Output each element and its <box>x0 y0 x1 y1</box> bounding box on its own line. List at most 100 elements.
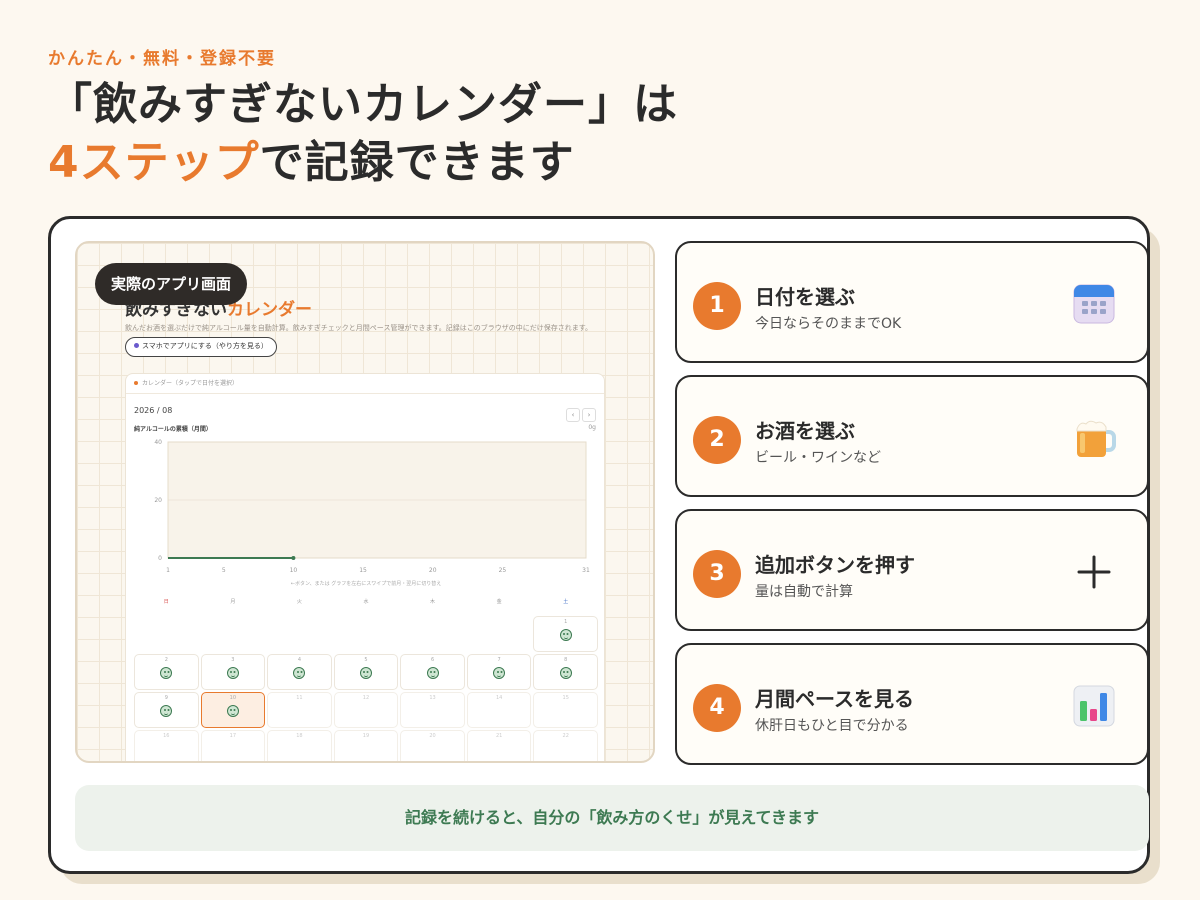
cumulative-chart[interactable]: 020401 5 10 15 20 25 31 <box>126 434 606 580</box>
step-number: 2 <box>693 416 741 464</box>
day-number: 12 <box>362 695 370 701</box>
calendar-icon <box>1073 284 1115 324</box>
beer-mug-icon <box>1076 420 1116 457</box>
smiley-icon <box>426 667 439 679</box>
calendar-day[interactable]: 12 <box>333 692 399 728</box>
step-1: 1 日付を選ぶ 今日ならそのままでOK <box>675 241 1149 363</box>
prev-month-button[interactable]: ‹ <box>566 408 580 422</box>
calendar-day[interactable]: 3 <box>200 654 266 690</box>
step-2: 2 お酒を選ぶ ビール・ワインなど <box>675 375 1149 497</box>
x-tick-label: 10 <box>290 567 298 574</box>
data-point <box>291 556 296 560</box>
day-number: 2 <box>164 657 168 663</box>
day-number: 18 <box>296 733 303 739</box>
month-nav: ‹ › <box>564 402 596 422</box>
smiley-icon <box>160 667 173 679</box>
calendar-day[interactable]: 7 <box>466 654 532 690</box>
chart-total: 0g <box>588 424 596 431</box>
day-number: 4 <box>297 657 302 663</box>
x-tick-label: 31 <box>582 567 590 574</box>
install-app-button[interactable]: スマホでアプリにする（やり方を見る） <box>125 337 277 357</box>
calendar-day[interactable]: 8 <box>533 654 598 690</box>
chart-note: ←ボタン、または グラフを左右にスワイプで前月・翌月に切り替え <box>290 581 442 587</box>
y-tick-label: 20 <box>154 497 162 504</box>
step-subtitle: ビール・ワインなど <box>755 450 881 466</box>
step-number: 1 <box>693 282 741 330</box>
day-number: 22 <box>562 733 569 739</box>
x-tick-label: 5 <box>222 567 226 574</box>
calendar-day[interactable]: 1 <box>533 616 598 652</box>
step-number: 3 <box>693 550 741 598</box>
calendar-day[interactable]: 6 <box>400 654 465 690</box>
calendar-day[interactable]: 22 <box>533 730 598 761</box>
bar-chart-icon <box>1073 685 1115 727</box>
step-title: 月間ペースを見る <box>755 687 914 711</box>
step-subtitle: 休肝日もひと目で分かる <box>755 718 909 734</box>
calendar-day[interactable]: 21 <box>466 730 532 761</box>
weekday-row: 日月火水木金土 <box>134 598 598 605</box>
calendar-day[interactable]: 4 <box>267 654 332 690</box>
x-tick-label: 1 <box>166 567 170 574</box>
app-preview: 実際のアプリ画面 飲みすぎないカレンダー 飲んだお酒を選ぶだけで純アルコール量を… <box>75 241 655 763</box>
step-title: お酒を選ぶ <box>755 419 855 443</box>
smiley-icon <box>293 667 306 679</box>
calendar-day[interactable]: 16 <box>134 730 199 761</box>
day-number: 6 <box>430 657 435 663</box>
next-month-button[interactable]: › <box>582 408 596 422</box>
calendar-day[interactable]: 20 <box>400 730 465 761</box>
day-number: 9 <box>164 695 168 701</box>
calendar-day[interactable]: 9 <box>134 692 199 728</box>
calendar-day[interactable]: 11 <box>267 692 332 728</box>
smiley-icon <box>559 667 572 679</box>
calendar-blank <box>334 616 399 652</box>
eyebrow-text: かんたん・無料・登録不要 <box>48 49 276 69</box>
step-number: 4 <box>693 684 741 732</box>
smiley-icon <box>160 705 173 717</box>
headline-line2: 4ステップで記録できます <box>48 134 678 192</box>
app-title-accent: カレンダー <box>227 300 312 320</box>
step-title: 日付を選ぶ <box>755 285 855 309</box>
calendar-month: 2026 / 08 <box>134 406 173 415</box>
day-number: 16 <box>163 733 170 739</box>
calendar-blank <box>267 616 332 652</box>
weekday-label: 水 <box>363 599 369 605</box>
day-number: 13 <box>429 695 436 701</box>
calendar-day[interactable]: 14 <box>466 692 532 728</box>
day-number: 7 <box>497 657 501 663</box>
calendar-day[interactable]: 18 <box>267 730 332 761</box>
step-3: 3 追加ボタンを押す 量は自動で計算 <box>675 509 1149 631</box>
day-number: 21 <box>495 733 503 739</box>
x-tick-label: 25 <box>499 567 507 574</box>
install-app-label: スマホでアプリにする（やり方を見る） <box>142 342 268 350</box>
calendar-blank <box>201 616 266 652</box>
calendar-day[interactable]: 19 <box>333 730 399 761</box>
calendar-day[interactable]: 10 <box>200 692 266 728</box>
calendar-day[interactable]: 17 <box>200 730 266 761</box>
calendar-panel: カレンダー（タップで日付を選択） 2026 / 08 ‹ › 純アルコールの累積（… <box>125 373 606 761</box>
headline-line2-rest: で記録できます <box>259 137 575 188</box>
calendar-day[interactable]: 15 <box>533 692 598 728</box>
weekday-label: 木 <box>430 599 436 605</box>
day-number: 20 <box>429 733 436 739</box>
day-number: 19 <box>362 733 370 739</box>
step-subtitle: 今日ならそのままでOK <box>755 316 902 332</box>
smiley-icon <box>559 629 572 641</box>
calendar-day[interactable]: 13 <box>400 692 465 728</box>
preview-badge: 実際のアプリ画面 <box>95 263 248 305</box>
smiley-icon <box>226 667 239 679</box>
step-title: 追加ボタンを押す <box>755 553 915 577</box>
smiley-icon <box>493 667 506 679</box>
smiley-icon <box>359 667 372 679</box>
calendar-day[interactable]: 5 <box>333 654 399 690</box>
calendar-grid: 1 2 3 4 5 6 7 8 9 10 11 12 13 14 15 16 17 18 19 20 21 22 <box>134 616 598 761</box>
y-tick-label: 0 <box>158 555 162 562</box>
calendar-header: カレンダー（タップで日付を選択） <box>126 374 604 394</box>
day-number: 15 <box>562 695 569 701</box>
calendar-day[interactable]: 2 <box>134 654 199 690</box>
step-4: 4 月間ペースを見る 休肝日もひと目で分かる <box>675 643 1149 765</box>
weekday-label: 土 <box>563 599 569 605</box>
day-number: 1 <box>564 619 568 625</box>
footer-message: 記録を続けると、自分の「飲み方のくせ」が見えてきます <box>75 785 1149 851</box>
weekday-label: 金 <box>496 599 502 605</box>
calendar-blank <box>467 616 532 652</box>
